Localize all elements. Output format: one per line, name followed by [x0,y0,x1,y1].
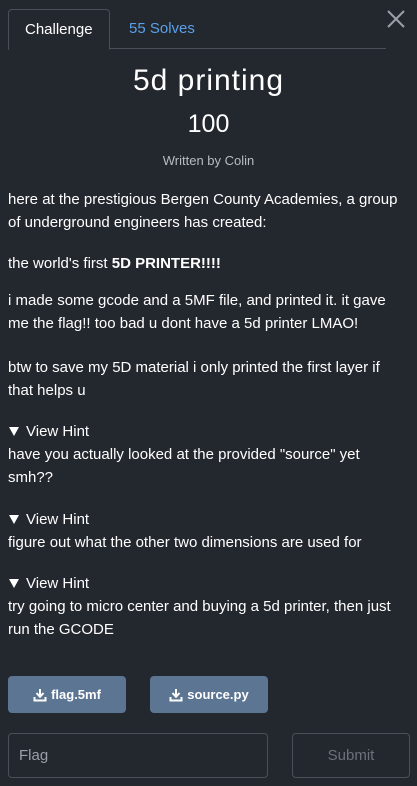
challenge-author: Written by Colin [162,153,255,168]
close-icon [387,10,405,28]
file-name: source.py [187,687,249,702]
description-paragraph: the world's first 5D PRINTER!!!! [8,252,403,275]
triangle-down-icon [9,427,19,436]
hint-block: View Hint have you actually looked at th… [8,420,403,489]
hint-block: View Hint try going to micro center and … [8,572,403,641]
description-paragraph: i made some gcode and a 5MF file, and pr… [8,292,386,332]
description-text: the world's first [8,255,112,272]
tab-bar: Challenge 55 Solves [8,9,386,50]
file-name: flag.5mf [51,687,101,702]
hint-toggle-label: View Hint [26,423,90,440]
hint-toggle[interactable]: View Hint [8,572,403,595]
hint-toggle-label: View Hint [26,575,90,592]
description-bold-text: 5D PRINTER!!!! [111,255,221,272]
hint-block: View Hint figure out what the other two … [8,508,403,554]
hint-text: try going to micro center and buying a 5… [8,598,391,638]
challenge-points: 100 [187,110,230,138]
triangle-down-icon [9,515,19,524]
hint-toggle[interactable]: View Hint [8,420,403,443]
hint-toggle[interactable]: View Hint [8,508,403,531]
description-paragraph: here at the prestigious Bergen County Ac… [8,191,398,231]
tab-challenge[interactable]: Challenge [8,9,110,50]
flag-input[interactable] [8,733,268,778]
submit-button[interactable]: Submit [292,733,410,778]
tab-solves[interactable]: 55 Solves [113,9,211,50]
hint-toggle-label: View Hint [26,511,90,528]
file-download-flag-5mf[interactable]: flag.5mf [8,676,126,713]
hint-text: figure out what the other two dimensions… [8,534,362,551]
file-download-source-py[interactable]: source.py [150,676,268,713]
triangle-down-icon [9,579,19,588]
description-paragraph: btw to save my 5D material i only printe… [8,359,380,399]
download-icon [33,688,47,701]
download-icon [169,688,183,701]
challenge-title: 5d printing [132,64,285,97]
hint-text: have you actually looked at the provided… [8,446,360,486]
close-button[interactable] [383,6,409,32]
challenge-modal: Challenge 55 Solves 5d printing 100 Writ… [0,0,417,786]
